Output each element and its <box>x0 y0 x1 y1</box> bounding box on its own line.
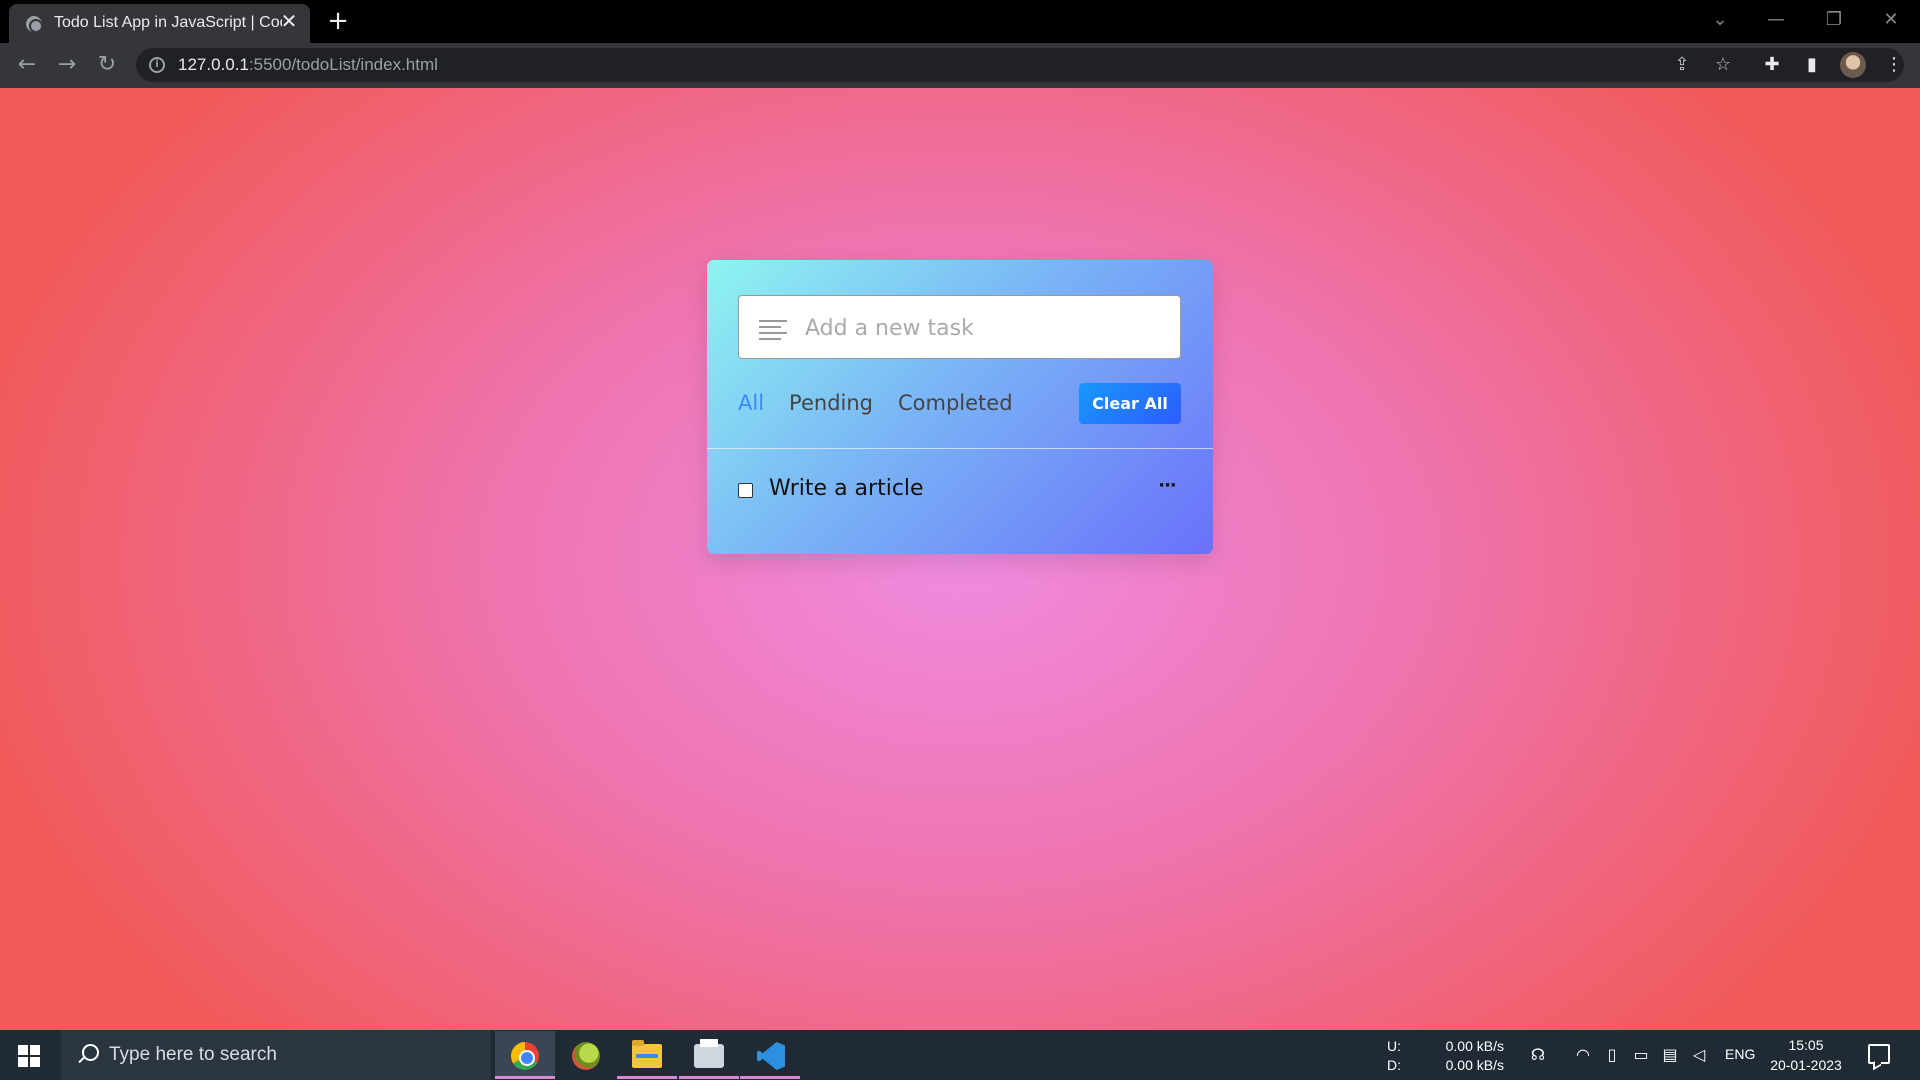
search-icon <box>77 1044 99 1066</box>
net-values: 0.00 kB/s 0.00 kB/s <box>1442 1037 1504 1075</box>
download-speed: 0.00 kB/s <box>1445 1057 1504 1073</box>
taskbar-app-file-explorer[interactable] <box>617 1031 677 1079</box>
tab-title: Todo List App in JavaScript | Codi <box>54 14 282 31</box>
bookmark-star-icon[interactable]: ☆ <box>1710 52 1736 78</box>
task-text: Write a article <box>769 476 924 501</box>
new-tab-button[interactable]: + <box>325 8 351 34</box>
taskbar-app-chameleon[interactable] <box>556 1031 616 1079</box>
language-indicator[interactable]: ENG <box>1725 1046 1755 1062</box>
browser-tabbar: Todo List App in JavaScript | Codi ✕ + ⌄… <box>0 0 1920 43</box>
forward-arrow-icon[interactable]: → <box>53 51 81 79</box>
url-path: :5500/todoList/index.html <box>248 55 438 74</box>
site-info-icon[interactable]: i <box>149 57 165 73</box>
url-text[interactable]: 127.0.0.1:5500/todoList/index.html <box>178 55 438 75</box>
filter-all[interactable]: All <box>738 391 764 415</box>
side-panel-icon[interactable]: ▮ <box>1798 51 1826 79</box>
back-arrow-icon[interactable]: ← <box>13 51 41 79</box>
filter-completed[interactable]: Completed <box>898 391 1013 415</box>
taskbar-app-chrome[interactable] <box>495 1031 555 1079</box>
tab-search-icon[interactable]: ⌄ <box>1706 6 1734 34</box>
task-menu-ellipsis-icon[interactable]: ··· <box>1153 474 1181 502</box>
notification-icon[interactable] <box>1868 1044 1890 1064</box>
menu-kebab-icon[interactable]: ⋮ <box>1880 51 1908 79</box>
extensions-puzzle-icon[interactable]: ✚ <box>1758 51 1786 79</box>
todo-card: All Pending Completed Clear All Write a … <box>707 260 1213 554</box>
address-bar[interactable]: i 127.0.0.1:5500/todoList/index.html ⇪ ☆ <box>136 48 1904 82</box>
windows-taskbar: Type here to search U: D: 0.00 kB/s 0.00… <box>0 1030 1920 1080</box>
filter-pending[interactable]: Pending <box>789 391 873 415</box>
page-background: All Pending Completed Clear All Write a … <box>0 88 1920 1030</box>
share-icon[interactable]: ⇪ <box>1669 52 1695 78</box>
keyboard-icon[interactable]: ▤ <box>1659 1045 1681 1065</box>
minimize-button[interactable]: — <box>1762 6 1790 34</box>
profile-avatar[interactable] <box>1840 52 1866 78</box>
windows-start-icon[interactable] <box>18 1045 40 1067</box>
divider <box>707 448 1213 449</box>
search-placeholder: Type here to search <box>109 1044 277 1065</box>
filter-tabs: All Pending Completed <box>738 383 1038 423</box>
browser-toolbar: ← → ↻ i 127.0.0.1:5500/todoList/index.ht… <box>0 43 1920 88</box>
clock-time: 15:05 <box>1788 1037 1824 1053</box>
taskbar-search[interactable]: Type here to search <box>61 1030 491 1080</box>
browser-tab[interactable]: Todo List App in JavaScript | Codi ✕ <box>9 4 310 43</box>
wifi-icon[interactable]: ◠ <box>1572 1045 1594 1065</box>
download-label: D: <box>1387 1057 1401 1073</box>
task-item: Write a article ··· <box>738 468 1181 512</box>
chameleon-icon <box>572 1042 600 1070</box>
vscode-icon <box>757 1042 785 1070</box>
taskbar-app-vscode[interactable] <box>740 1031 800 1079</box>
close-window-button[interactable]: ✕ <box>1877 6 1905 34</box>
running-indicator <box>679 1076 739 1079</box>
clear-all-button[interactable]: Clear All <box>1079 383 1181 424</box>
url-host: 127.0.0.1 <box>178 55 249 74</box>
volume-icon[interactable]: ◁ <box>1688 1045 1710 1065</box>
globe-icon <box>26 16 42 32</box>
clock[interactable]: 15:05 20-01-2023 <box>1762 1035 1850 1075</box>
clock-date: 20-01-2023 <box>1770 1057 1842 1073</box>
tablet-icon[interactable]: ▯ <box>1601 1045 1623 1065</box>
upload-speed: 0.00 kB/s <box>1445 1038 1504 1054</box>
printer-icon <box>694 1039 724 1068</box>
task-input[interactable] <box>805 312 1165 344</box>
reload-icon[interactable]: ↻ <box>93 51 121 79</box>
upload-label: U: <box>1387 1038 1401 1054</box>
running-indicator <box>740 1076 800 1079</box>
text-lines-icon <box>759 320 787 340</box>
taskbar-app-printer[interactable] <box>679 1031 739 1079</box>
restore-button[interactable]: ❐ <box>1820 6 1848 34</box>
chrome-icon <box>511 1042 539 1070</box>
running-indicator <box>617 1076 677 1079</box>
battery-icon[interactable]: ▭ <box>1630 1045 1652 1065</box>
task-input-box[interactable] <box>738 295 1181 359</box>
close-tab-icon[interactable]: ✕ <box>278 10 300 32</box>
task-checkbox[interactable] <box>738 483 753 498</box>
folder-icon <box>632 1040 662 1068</box>
net-labels: U: D: <box>1387 1037 1401 1075</box>
active-indicator <box>495 1076 555 1079</box>
people-icon[interactable]: ☊ <box>1527 1045 1549 1065</box>
